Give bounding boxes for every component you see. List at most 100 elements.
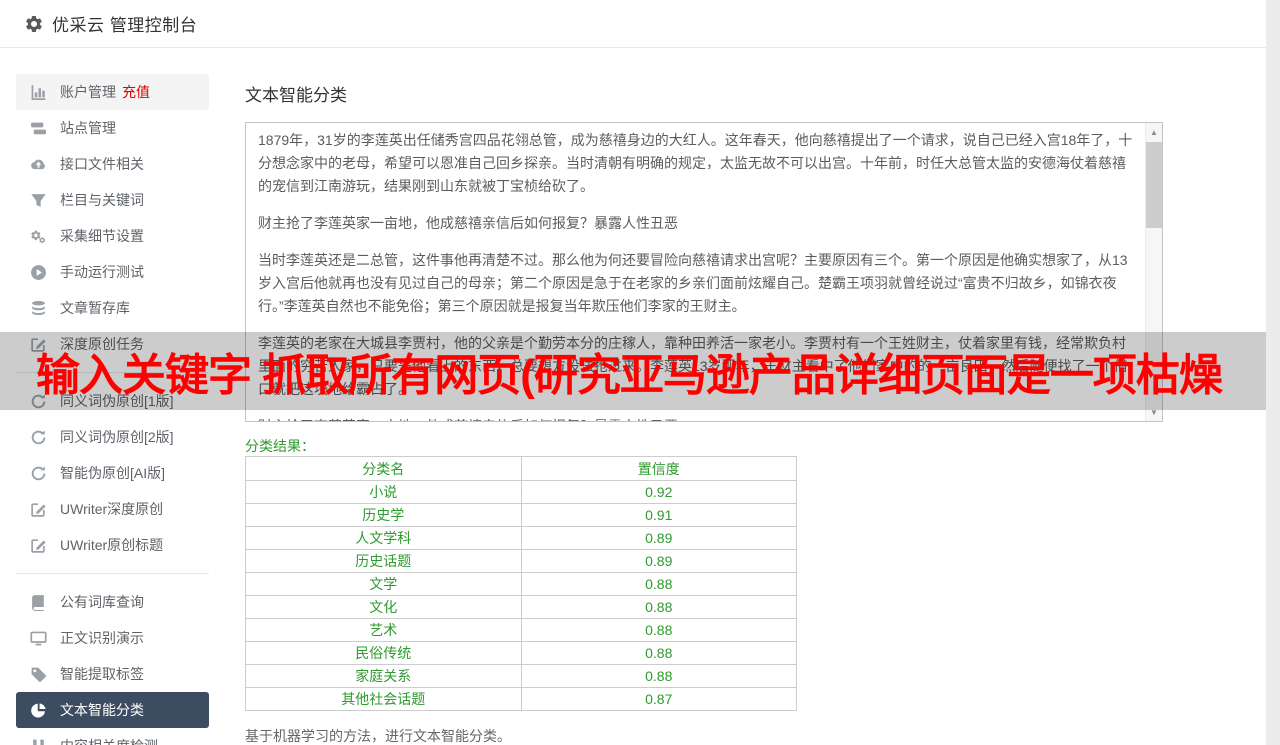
sidebar-item-label: 正文识别演示	[60, 630, 144, 646]
bar-chart-icon	[30, 84, 47, 101]
sidebar-item-label: 公有词库查询	[60, 594, 144, 610]
sidebar-item-public-lexicon[interactable]: 公有词库查询	[16, 584, 209, 620]
monitor-icon	[30, 630, 47, 647]
textarea-paragraph: 财主抢了李莲英家一亩地，他成慈禧亲信后如何报复？暴露人性丑恶	[258, 415, 1139, 421]
sidebar-item-label: UWriter深度原创	[60, 501, 164, 517]
sidebar-item-label: 栏目与关键词	[60, 192, 144, 208]
confidence-cell: 0.88	[520, 641, 797, 665]
sidebar-item-label: 账户管理	[60, 84, 116, 100]
confidence-cell: 0.88	[520, 572, 797, 596]
sidebar-item-uwriter-deep-original[interactable]: UWriter深度原创	[16, 491, 209, 527]
column-header-confidence: 置信度	[520, 456, 797, 481]
filter-icon	[30, 192, 47, 209]
book-icon	[30, 594, 47, 611]
pie-chart-icon	[30, 702, 47, 719]
category-cell: 艺术	[245, 618, 522, 642]
confidence-cell: 0.87	[520, 687, 797, 711]
sidebar-item-columns-keywords[interactable]: 栏目与关键词	[16, 182, 209, 218]
sidebar-item-uwriter-original-title[interactable]: UWriter原创标题	[16, 527, 209, 563]
sidebar-item-text-classification[interactable]: 文本智能分类	[16, 692, 209, 728]
sidebar-item-smart-tag-extract[interactable]: 智能提取标签	[16, 656, 209, 692]
sidebar-item-account[interactable]: 账户管理 充值	[16, 74, 209, 110]
category-cell: 民俗传统	[245, 641, 522, 665]
results-label: 分类结果：	[245, 438, 315, 454]
textarea-paragraph: 财主抢了李莲英家一亩地，他成慈禧亲信后如何报复？暴露人性丑恶	[258, 215, 678, 231]
table-row: 小说 0.92	[245, 480, 797, 504]
edit-icon	[30, 537, 47, 554]
watermark-text: 输入关键字 抓取所有网页(研究亚马逊产品详细页面是一项枯燥	[36, 351, 1223, 400]
confidence-cell: 0.88	[520, 595, 797, 619]
classification-results-table: 分类名 置信度 小说 0.92 历史学 0.91 人文学科 0.89 历史话题 …	[245, 456, 797, 711]
table-row: 艺术 0.88	[245, 618, 797, 642]
table-row: 家庭关系 0.88	[245, 664, 797, 688]
sidebar-item-article-storage[interactable]: 文章暂存库	[16, 290, 209, 326]
sidebar-item-label: UWriter原创标题	[60, 537, 164, 553]
sidebar-item-label: 手动运行测试	[60, 264, 144, 280]
confidence-cell: 0.89	[520, 526, 797, 550]
textarea-paragraph: 1879年，31岁的李莲英出任储秀宫四品花翎总管，成为慈禧身边的大红人。这年春天…	[258, 132, 1133, 194]
app-window: 优采云 管理控制台 账户管理 充值 站点管理 接口文件相关 栏目与关键词 采集细…	[0, 0, 1266, 745]
sidebar-item-sites[interactable]: 站点管理	[16, 110, 209, 146]
cloud-upload-icon	[30, 156, 47, 173]
app-title: 优采云 管理控制台	[52, 16, 198, 35]
sidebar-item-label: 智能伪原创[AI版]	[60, 465, 166, 481]
footer-note: 基于机器学习的方法，进行文本智能分类。	[245, 728, 511, 744]
magnet-icon	[30, 738, 47, 745]
sidebar-divider	[16, 573, 209, 574]
category-cell: 家庭关系	[245, 664, 522, 688]
sidebar-item-interface-files[interactable]: 接口文件相关	[16, 146, 209, 182]
table-row: 文学 0.88	[245, 572, 797, 596]
sidebar-item-label: 内容相关度检测	[60, 736, 158, 745]
category-cell: 文化	[245, 595, 522, 619]
sidebar-item-synonym-rewrite-v2[interactable]: 同义词伪原创[2版]	[16, 419, 209, 455]
page-title: 文本智能分类	[245, 86, 347, 105]
sidebar-item-label: 文章暂存库	[60, 300, 130, 316]
confidence-cell: 0.91	[520, 503, 797, 527]
table-row: 人文学科 0.89	[245, 526, 797, 550]
sidebar-item-label: 接口文件相关	[60, 156, 144, 172]
confidence-cell: 0.89	[520, 549, 797, 573]
scrollbar-up-arrow[interactable]: ▲	[1146, 124, 1162, 140]
sidebar-item-label: 采集细节设置	[60, 228, 144, 244]
category-cell: 文学	[245, 572, 522, 596]
gear-icon	[24, 14, 44, 34]
sidebar-item-content-relevance[interactable]: 内容相关度检测	[16, 728, 209, 745]
column-header-category: 分类名	[245, 456, 522, 481]
tag-icon	[30, 666, 47, 683]
refresh-icon	[30, 465, 47, 482]
category-cell: 其他社会话题	[245, 687, 522, 711]
sidebar-item-content-recognition-demo[interactable]: 正文识别演示	[16, 620, 209, 656]
gears-icon	[30, 228, 47, 245]
play-icon	[30, 264, 47, 281]
refresh-icon	[30, 429, 47, 446]
database-icon	[30, 300, 47, 317]
table-row: 历史学 0.91	[245, 503, 797, 527]
table-row: 文化 0.88	[245, 595, 797, 619]
sidebar-item-collection-settings[interactable]: 采集细节设置	[16, 218, 209, 254]
table-header-row: 分类名 置信度	[245, 456, 797, 481]
sidebar-item-label: 智能提取标签	[60, 666, 144, 682]
confidence-cell: 0.88	[520, 618, 797, 642]
table-row: 其他社会话题 0.87	[245, 687, 797, 711]
textarea-paragraph: 当时李莲英还是二总管，这件事他再清楚不过。那么他为何还要冒险向慈禧请求出宫呢？主…	[258, 252, 1128, 314]
edit-icon	[30, 501, 47, 518]
top-header: 优采云 管理控制台	[0, 0, 1266, 48]
watermark-overlay-band: 输入关键字 抓取所有网页(研究亚马逊产品详细页面是一项枯燥	[0, 332, 1266, 410]
confidence-cell: 0.92	[520, 480, 797, 504]
recharge-badge[interactable]: 充值	[122, 82, 150, 102]
category-cell: 历史话题	[245, 549, 522, 573]
scrollbar-thumb[interactable]	[1146, 142, 1162, 228]
table-row: 民俗传统 0.88	[245, 641, 797, 665]
sidebar-item-label: 文本智能分类	[60, 702, 144, 718]
category-cell: 小说	[245, 480, 522, 504]
table-row: 历史话题 0.89	[245, 549, 797, 573]
sidebar-item-label: 站点管理	[60, 120, 116, 136]
window-edge-strip	[1266, 0, 1280, 745]
confidence-cell: 0.88	[520, 664, 797, 688]
category-cell: 历史学	[245, 503, 522, 527]
sidebar-item-label: 同义词伪原创[2版]	[60, 429, 174, 445]
sidebar-item-ai-rewrite[interactable]: 智能伪原创[AI版]	[16, 455, 209, 491]
category-cell: 人文学科	[245, 526, 522, 550]
sidebar-item-manual-run-test[interactable]: 手动运行测试	[16, 254, 209, 290]
server-icon	[30, 120, 47, 137]
